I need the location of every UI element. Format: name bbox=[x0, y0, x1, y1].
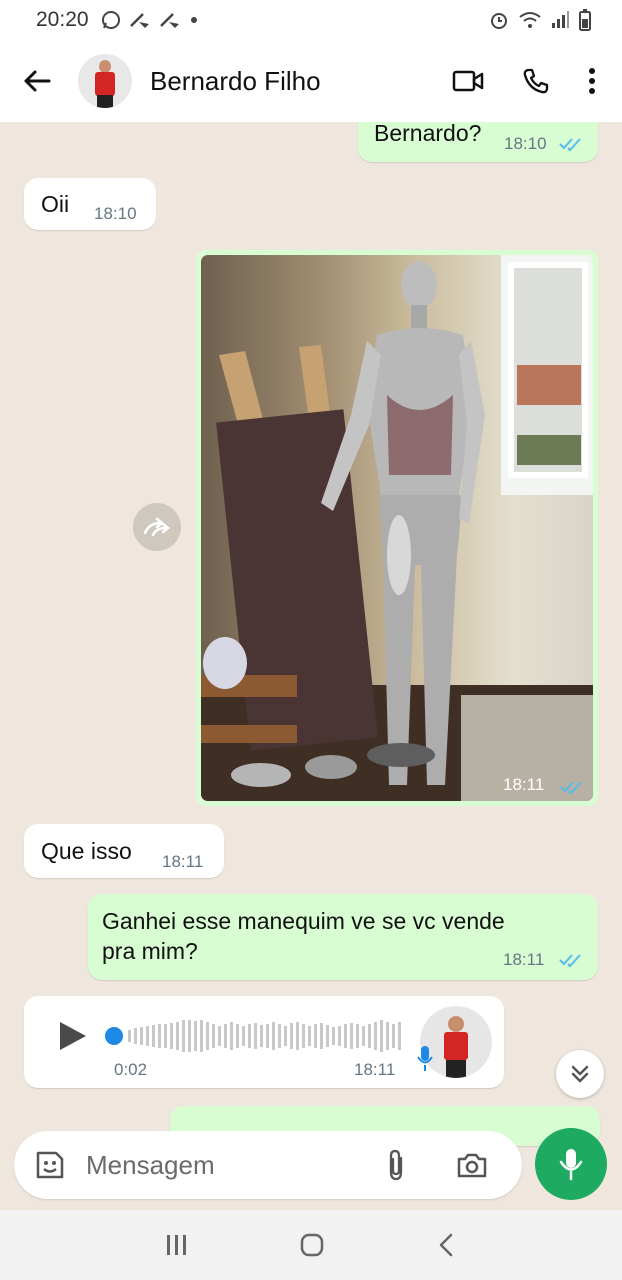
message-text: Ganhei esse manequim ve se vc vende pra … bbox=[102, 908, 505, 964]
double-chevron-down-icon bbox=[571, 1065, 589, 1083]
photo-content bbox=[201, 255, 593, 801]
recents-icon[interactable] bbox=[164, 1232, 190, 1258]
dot-icon bbox=[190, 17, 197, 23]
image-message[interactable]: 18:11 bbox=[196, 250, 598, 806]
system-nav-bar bbox=[0, 1210, 622, 1280]
read-ticks-icon bbox=[560, 781, 582, 795]
attach-icon[interactable] bbox=[384, 1148, 408, 1182]
back-icon[interactable] bbox=[434, 1231, 458, 1259]
more-icon[interactable] bbox=[588, 67, 596, 95]
forward-icon bbox=[143, 517, 171, 537]
audio-message[interactable]: 0:02 18:11 bbox=[24, 996, 504, 1088]
broom-icon bbox=[129, 13, 149, 28]
read-ticks-icon bbox=[559, 138, 581, 152]
message-text: Bernardo? bbox=[374, 122, 482, 146]
message-time: 18:11 bbox=[162, 852, 204, 871]
message-time: 18:10 bbox=[504, 134, 547, 153]
wifi-icon bbox=[519, 12, 541, 28]
broom-icon bbox=[159, 13, 179, 28]
audio-duration: 0:02 bbox=[114, 1060, 148, 1079]
message-bubble-incoming[interactable]: Que isso 18:11 bbox=[24, 824, 224, 878]
back-arrow-icon[interactable] bbox=[22, 66, 52, 96]
phone-icon[interactable] bbox=[522, 67, 550, 95]
message-input[interactable] bbox=[86, 1149, 366, 1181]
chat-header: Bernardo Filho bbox=[0, 40, 622, 122]
home-icon[interactable] bbox=[298, 1231, 326, 1259]
avatar[interactable] bbox=[78, 54, 132, 108]
chat-area[interactable]: Bernardo? 18:10 Oii 18:10 18:11 Que isso… bbox=[0, 122, 622, 1210]
play-icon[interactable] bbox=[58, 1020, 88, 1052]
status-bar: 20:20 bbox=[0, 0, 622, 40]
voice-record-button[interactable] bbox=[535, 1128, 607, 1200]
message-bubble-outgoing[interactable]: Bernardo? 18:10 bbox=[358, 122, 598, 162]
message-bubble-outgoing[interactable]: Ganhei esse manequim ve se vc vende pra … bbox=[88, 894, 598, 980]
forward-button[interactable] bbox=[133, 503, 181, 551]
message-bubble-incoming[interactable]: Oii 18:10 bbox=[24, 178, 156, 230]
battery-icon bbox=[579, 9, 591, 31]
video-call-icon[interactable] bbox=[452, 69, 484, 93]
read-ticks-icon bbox=[559, 954, 581, 968]
sticker-icon[interactable] bbox=[34, 1149, 66, 1181]
alarm-icon bbox=[491, 13, 507, 29]
camera-icon[interactable] bbox=[456, 1151, 488, 1179]
contact-name[interactable]: Bernardo Filho bbox=[150, 66, 321, 97]
message-text: Que isso bbox=[41, 838, 132, 864]
whatsapp-icon bbox=[101, 11, 120, 29]
signal-icon bbox=[552, 11, 569, 28]
audio-waveform[interactable] bbox=[104, 1018, 404, 1054]
scroll-down-button[interactable] bbox=[556, 1050, 604, 1098]
image-time: 18:11 bbox=[503, 775, 545, 794]
mannequin-photo[interactable]: 18:11 bbox=[201, 255, 593, 801]
mic-small-icon bbox=[417, 1046, 433, 1071]
message-input-bar bbox=[14, 1131, 522, 1199]
message-text: Oii bbox=[41, 191, 70, 217]
message-time: 18:11 bbox=[354, 1060, 396, 1079]
status-time: 20:20 bbox=[36, 8, 89, 31]
message-time: 18:11 bbox=[503, 950, 545, 969]
mic-icon bbox=[559, 1149, 583, 1181]
message-time: 18:10 bbox=[94, 204, 137, 223]
